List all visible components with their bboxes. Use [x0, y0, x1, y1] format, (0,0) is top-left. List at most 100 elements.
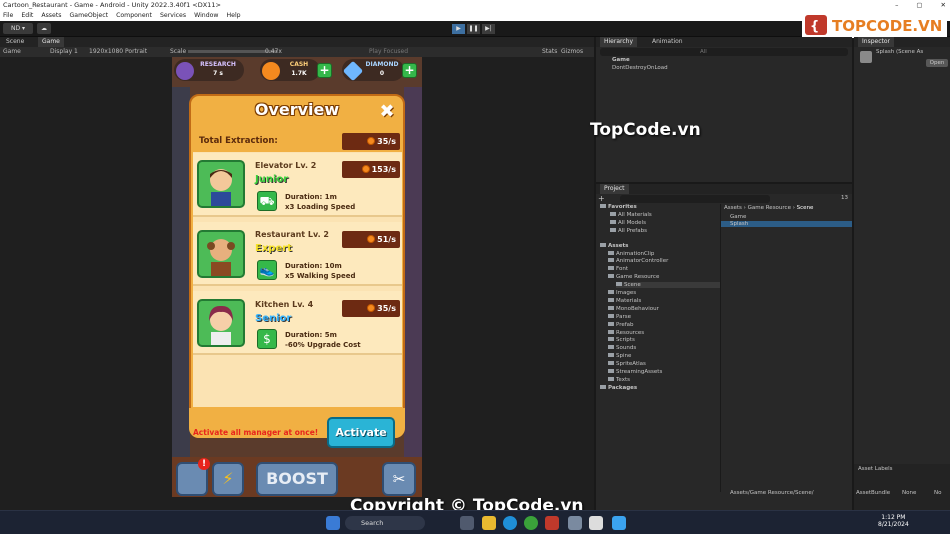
folder-item[interactable]: StreamingAssets: [608, 369, 662, 375]
folder-item[interactable]: AnimatorController: [608, 258, 668, 264]
packages-section[interactable]: Packages: [600, 384, 638, 391]
assets-section[interactable]: Assets: [600, 242, 628, 249]
add-diamond-button[interactable]: +: [402, 63, 417, 78]
folder-item[interactable]: AnimationClip: [608, 250, 654, 257]
folder-icon: [608, 353, 614, 358]
scene-tabs: Scene Game: [0, 37, 594, 47]
pause-button[interactable]: ❚❚: [467, 24, 480, 34]
cash-label: CASH: [289, 61, 309, 68]
favorite-item[interactable]: All Materials: [610, 211, 652, 218]
menu-assets[interactable]: Assets: [41, 11, 61, 21]
folder-item[interactable]: Game Resource: [608, 274, 659, 280]
game-mode-dropdown[interactable]: Game: [3, 47, 21, 57]
step-button[interactable]: ▶|: [482, 24, 495, 34]
favorite-item[interactable]: All Prefabs: [610, 227, 647, 234]
inspector-panel: Splash (Scene As Open: [854, 47, 950, 464]
unity-taskbar-icon[interactable]: [589, 516, 603, 530]
hierarchy-item-game[interactable]: Game: [612, 57, 630, 63]
close-overview-button[interactable]: ✖: [378, 103, 396, 121]
add-cash-button[interactable]: +: [317, 63, 332, 78]
taskbar-search[interactable]: Search: [345, 516, 425, 530]
menu-gameobject[interactable]: GameObject: [69, 11, 108, 21]
maximize-button[interactable]: ▢: [916, 0, 922, 11]
edge-icon[interactable]: [503, 516, 517, 530]
gizmos-button[interactable]: Gizmos: [561, 47, 583, 57]
folder-item[interactable]: Scripts: [608, 337, 635, 343]
search-icon: [610, 219, 616, 224]
favorites-section[interactable]: Favorites: [600, 204, 637, 210]
tab-game[interactable]: Game: [38, 37, 64, 47]
zalo-icon[interactable]: [612, 516, 626, 530]
manager-rate-value: 51/s: [377, 235, 396, 244]
chrome-icon[interactable]: [524, 516, 538, 530]
menu-file[interactable]: File: [3, 11, 13, 21]
folder-item-label: Resources: [616, 329, 645, 336]
folder-item-label: Parse: [616, 313, 631, 320]
folder-item[interactable]: Resources: [608, 329, 645, 336]
start-icon[interactable]: [326, 516, 340, 530]
favorite-item-label: All Prefabs: [618, 227, 647, 234]
svg-text:{: {: [810, 19, 819, 34]
menu-edit[interactable]: Edit: [21, 11, 33, 21]
svg-text:TOPCODE.VN: TOPCODE.VN: [832, 17, 942, 35]
tab-scene[interactable]: Scene: [2, 37, 28, 47]
lightning-icon[interactable]: ⚡: [212, 462, 244, 496]
cloud-icon[interactable]: ☁: [37, 23, 51, 34]
minimize-button[interactable]: –: [895, 0, 898, 11]
tools-icon[interactable]: ✂: [382, 462, 416, 496]
scene-file-game[interactable]: Game: [730, 214, 746, 220]
assetbundle-dropdown[interactable]: None: [902, 490, 916, 496]
tab-animation[interactable]: Animation: [648, 37, 687, 47]
folder-icon: [608, 337, 614, 342]
folder-item-label: Font: [616, 266, 628, 273]
folder-item[interactable]: Parse: [608, 313, 631, 320]
breadcrumb-scene[interactable]: Scene: [797, 205, 814, 211]
favorite-item[interactable]: All Models: [610, 219, 646, 226]
breadcrumb-game-resource[interactable]: Game Resource: [748, 205, 791, 211]
folder-icon: [608, 290, 614, 294]
folder-item[interactable]: Materials: [608, 297, 641, 304]
stats-button[interactable]: Stats: [542, 47, 557, 57]
play-button[interactable]: ▶: [452, 24, 465, 34]
folder-item[interactable]: Spine: [608, 353, 631, 359]
folder-item[interactable]: Scene: [616, 282, 720, 289]
project-search-input[interactable]: [620, 195, 770, 203]
resolution-dropdown[interactable]: 1920x1080 Portrait: [89, 47, 147, 57]
app-icon[interactable]: [568, 516, 582, 530]
task-view-icon[interactable]: [460, 516, 474, 530]
close-window-button[interactable]: ✕: [941, 0, 946, 11]
hierarchy-search[interactable]: All: [600, 48, 848, 56]
folder-item[interactable]: Texts: [608, 376, 630, 383]
boost-button[interactable]: BOOST: [256, 462, 338, 496]
folder-item[interactable]: Prefab: [608, 321, 634, 328]
folder-item[interactable]: Images: [608, 290, 636, 296]
tab-hierarchy[interactable]: Hierarchy: [600, 37, 638, 47]
folder-item[interactable]: MonoBehaviour: [608, 305, 659, 312]
research-icon: [176, 62, 194, 80]
menu-help[interactable]: Help: [227, 11, 241, 21]
folder-item[interactable]: Font: [608, 266, 628, 272]
folder-icon: [608, 321, 614, 326]
open-button[interactable]: Open: [926, 59, 948, 67]
display-dropdown[interactable]: Display 1: [50, 47, 78, 57]
account-button[interactable]: ND ▾: [3, 23, 33, 34]
tab-inspector[interactable]: Inspector: [858, 37, 894, 47]
tab-project[interactable]: Project: [600, 184, 629, 194]
project-breadcrumb: Assets › Game Resource › Scene: [724, 205, 814, 211]
menu-window[interactable]: Window: [194, 11, 218, 21]
hierarchy-item-dontdestroyonload[interactable]: DontDestroyOnLoad: [612, 65, 668, 71]
breadcrumb-assets[interactable]: Assets: [724, 205, 742, 211]
folder-item[interactable]: Sounds: [608, 345, 636, 351]
menu-component[interactable]: Component: [116, 11, 152, 21]
folder-item[interactable]: SpriteAtlas: [608, 361, 646, 367]
manager-portrait-avatar: [197, 299, 245, 347]
add-asset-button[interactable]: +: [598, 195, 608, 203]
menu-services[interactable]: Services: [160, 11, 186, 21]
app-icon[interactable]: [545, 516, 559, 530]
packages-section-label: Packages: [608, 384, 638, 391]
variant-dropdown[interactable]: No: [934, 490, 941, 496]
scene-file-splash[interactable]: Splash: [721, 221, 852, 227]
activate-button[interactable]: Activate: [327, 417, 395, 448]
play-focused-dropdown[interactable]: Play Focused: [369, 47, 408, 57]
file-explorer-icon[interactable]: [482, 516, 496, 530]
